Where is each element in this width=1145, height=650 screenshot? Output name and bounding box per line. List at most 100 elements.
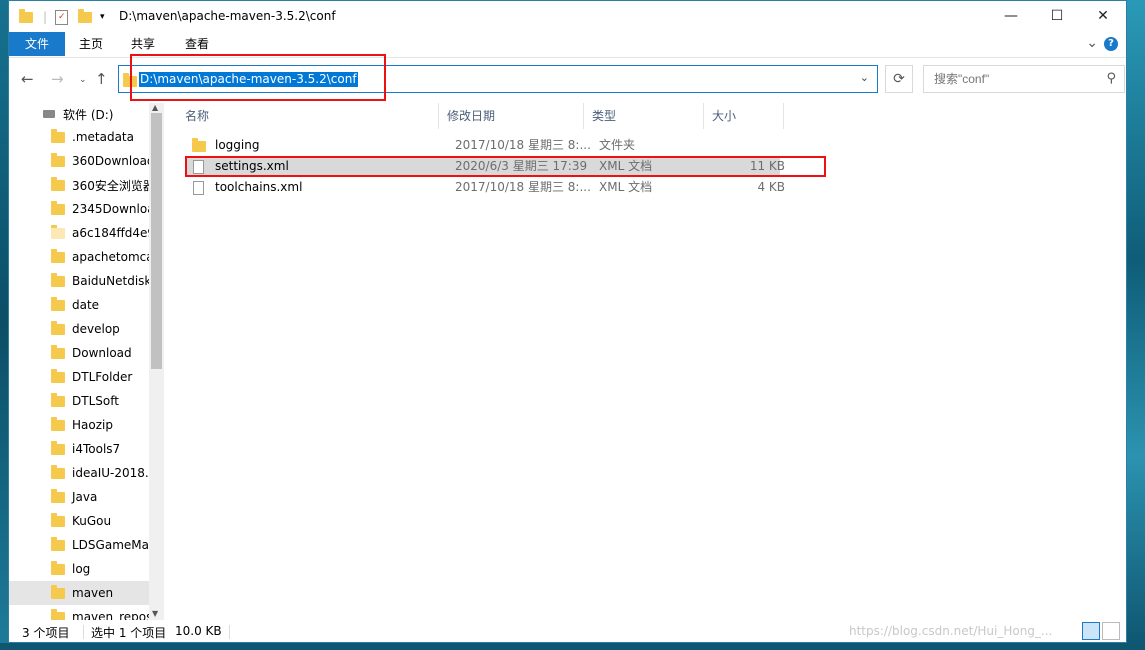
highlight-box-row (185, 156, 826, 177)
tree-item[interactable]: .metadata (9, 125, 149, 149)
tree-item[interactable]: BaiduNetdisk (9, 269, 149, 293)
folder-icon (51, 248, 65, 263)
desktop-right-edge (1127, 0, 1145, 650)
tree-item[interactable]: Haozip (9, 413, 149, 437)
search-icon[interactable]: ⚲ (1106, 71, 1116, 86)
column-size[interactable]: 大小 (704, 103, 784, 129)
watermark-text: https://blog.csdn.net/Hui_Hong_... (849, 624, 1053, 638)
selected-count: 选中 1 个项目 (91, 626, 167, 640)
tree-item[interactable]: Download (9, 341, 149, 365)
scroll-down-icon[interactable]: ▼ (152, 609, 158, 618)
file-type: XML 文档 (599, 180, 653, 194)
expand-ribbon-icon[interactable]: ⌄ (1086, 35, 1098, 51)
up-icon[interactable]: ↑ (95, 70, 108, 88)
tree-item[interactable]: KuGou (9, 509, 149, 533)
folder-icon (51, 224, 65, 239)
tree-item[interactable]: ideaIU-2018.1 (9, 461, 149, 485)
tree-item[interactable]: maven_repos (9, 605, 149, 620)
folder-icon (51, 296, 65, 311)
file-size: 4 KB (757, 180, 785, 194)
folder-icon (51, 344, 65, 359)
minimize-button[interactable]: — (988, 1, 1034, 31)
file-date: 2017/10/18 星期三 8:... (455, 138, 591, 152)
folder-icon (51, 512, 65, 527)
tree-item[interactable]: Java (9, 485, 149, 509)
separator (83, 625, 84, 639)
drive-label: 软件 (D:) (63, 107, 114, 122)
drive-icon (43, 110, 55, 118)
search-box[interactable]: ⚲ (923, 65, 1125, 93)
tree-item[interactable]: LDSGameMas (9, 533, 149, 557)
folder-icon (51, 416, 65, 431)
folder-icon (51, 392, 65, 407)
scrollbar-thumb[interactable] (151, 113, 162, 369)
tree-item-selected[interactable]: maven (9, 581, 149, 605)
help-icon[interactable]: ? (1104, 37, 1118, 51)
column-name[interactable]: 名称 (177, 103, 439, 129)
tree-drive[interactable]: 软件 (D:) (9, 103, 113, 125)
file-name: logging (215, 138, 260, 152)
folder-icon (51, 272, 65, 287)
customize-toolbar-icon[interactable]: ▾ (100, 12, 105, 22)
separator (229, 625, 230, 639)
desktop-bottom-edge (0, 643, 1145, 650)
forward-icon[interactable]: → (51, 70, 64, 88)
folder-icon (192, 138, 206, 152)
highlight-box-address (130, 54, 386, 101)
tab-share[interactable]: 共享 (117, 32, 169, 56)
tree-item[interactable]: 360Download (9, 149, 149, 173)
column-type[interactable]: 类型 (584, 103, 704, 129)
column-date[interactable]: 修改日期 (439, 103, 584, 129)
tab-file[interactable]: 文件 (9, 32, 65, 56)
scroll-up-icon[interactable]: ▲ (152, 103, 158, 112)
details-view-icon[interactable] (1082, 622, 1100, 640)
folder-icon (19, 8, 33, 23)
folder-icon (51, 440, 65, 455)
file-row[interactable]: toolchains.xml 2017/10/18 星期三 8:... XML … (185, 177, 785, 198)
back-icon[interactable]: ← (21, 70, 34, 88)
file-date: 2017/10/18 星期三 8:... (455, 180, 591, 194)
file-row[interactable]: logging 2017/10/18 星期三 8:... 文件夹 (185, 135, 780, 156)
tab-view[interactable]: 查看 (171, 32, 223, 56)
folder-icon (51, 176, 65, 191)
close-button[interactable]: ✕ (1080, 1, 1126, 31)
navigation-pane: 软件 (D:) .metadata 360Download 360安全浏览器 2… (9, 103, 149, 620)
tree-item[interactable]: DTLFolder (9, 365, 149, 389)
tree-item[interactable]: apachetomca (9, 245, 149, 269)
folder-icon (51, 464, 65, 479)
tree-item[interactable]: a6c184ffd4e9 (9, 221, 149, 245)
chevron-down-icon[interactable]: ⌄ (860, 71, 869, 84)
tree-item[interactable]: i4Tools7 (9, 437, 149, 461)
properties-icon[interactable]: ✓ (55, 9, 69, 25)
folder-icon (51, 536, 65, 551)
quick-access-toolbar: | ✓ ▾ (19, 8, 105, 26)
tree-item[interactable]: develop (9, 317, 149, 341)
tree-scrollbar[interactable]: ▲ ▼ (149, 103, 164, 620)
selected-size: 10.0 KB (175, 624, 222, 638)
item-count: 3 个项目 (22, 626, 70, 640)
search-input[interactable] (932, 71, 1096, 87)
recent-locations-icon[interactable]: ⌄ (79, 75, 87, 85)
folder-icon (51, 200, 65, 215)
explorer-window: | ✓ ▾ D:\maven\apache-maven-3.5.2\conf —… (8, 0, 1127, 643)
tree-item[interactable]: log (9, 557, 149, 581)
separator: | (43, 10, 48, 24)
tab-home[interactable]: 主页 (65, 32, 117, 56)
tree-item[interactable]: DTLSoft (9, 389, 149, 413)
tree-item[interactable]: 2345Downloa (9, 197, 149, 221)
folder-icon (51, 608, 65, 620)
folder-icon (51, 128, 65, 143)
refresh-button[interactable]: ⟳ (885, 65, 913, 93)
folder-icon (51, 488, 65, 503)
maximize-button[interactable]: ☐ (1034, 1, 1080, 31)
desktop-left-edge (0, 0, 8, 650)
new-folder-icon[interactable] (78, 8, 93, 23)
tree-item[interactable]: 360安全浏览器 (9, 173, 149, 197)
tree-item[interactable]: date (9, 293, 149, 317)
folder-icon (51, 152, 65, 167)
large-icons-view-icon[interactable] (1102, 622, 1120, 640)
file-type: 文件夹 (599, 138, 636, 152)
window-title: D:\maven\apache-maven-3.5.2\conf (119, 9, 336, 23)
file-name: toolchains.xml (215, 180, 303, 194)
folder-icon (51, 584, 65, 599)
